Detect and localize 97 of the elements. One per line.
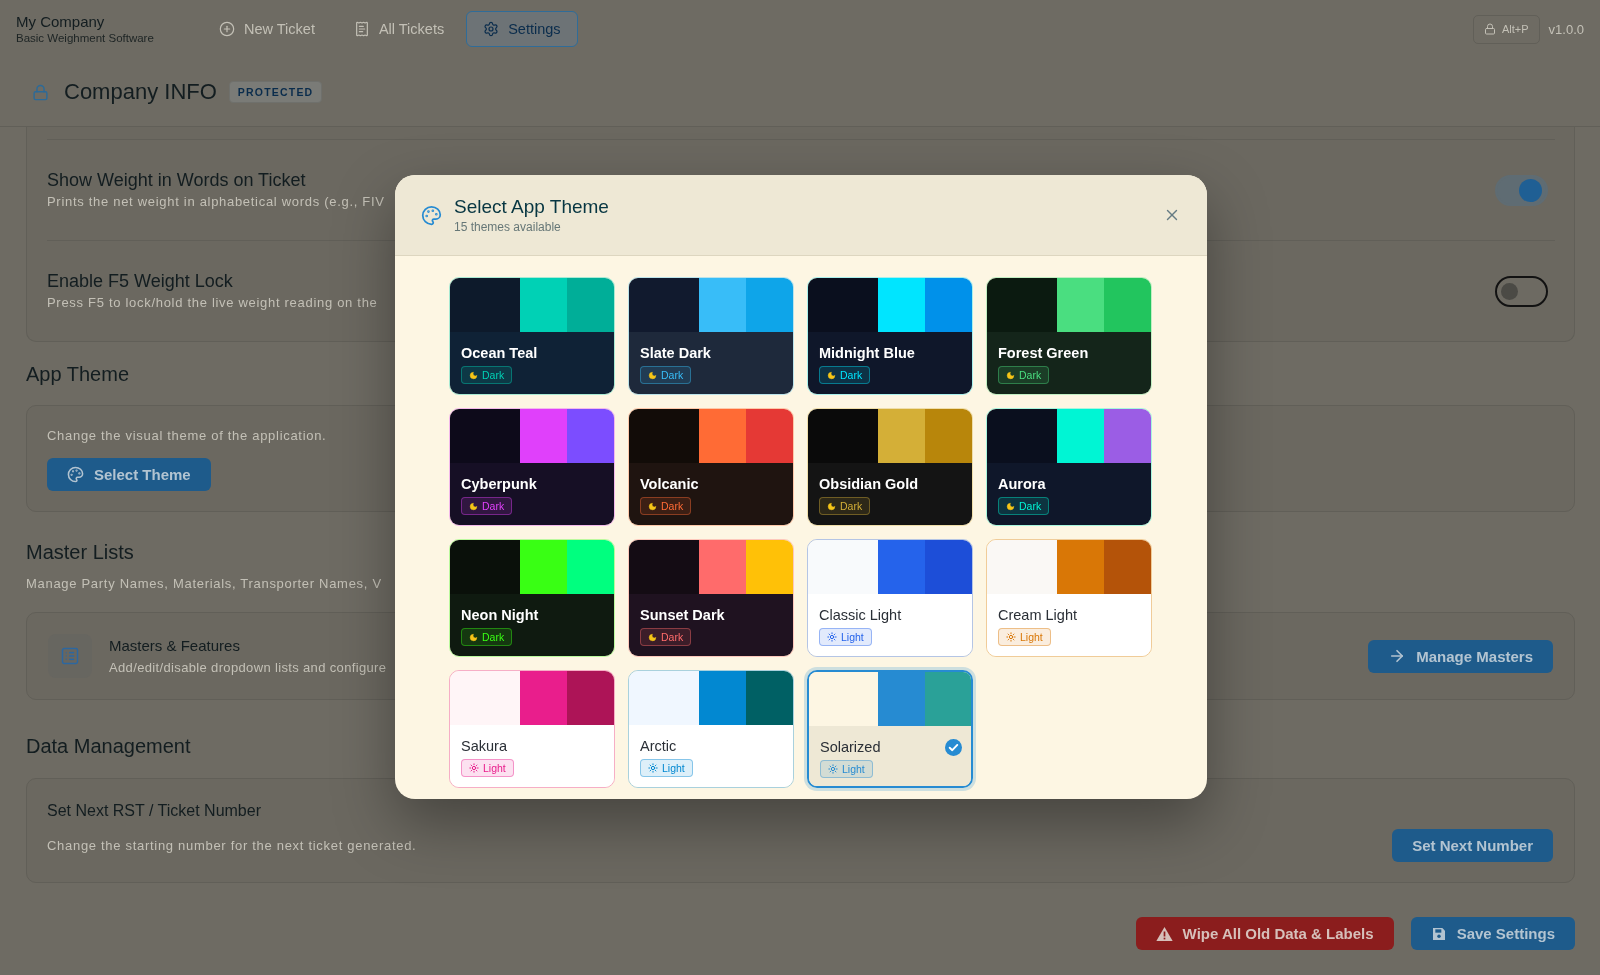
sun-icon	[828, 764, 838, 774]
moon-icon	[648, 370, 657, 380]
mode-label: Light	[842, 763, 865, 775]
item-title: Set Next RST / Ticket Number	[47, 801, 261, 821]
theme-name: Sunset Dark	[640, 606, 725, 624]
moon-icon	[1006, 370, 1015, 380]
theme-card[interactable]: Ocean Teal Dark	[449, 277, 615, 395]
theme-card[interactable]: Obsidian Gold Dark	[807, 408, 973, 526]
list-icon	[48, 634, 92, 678]
moon-icon	[827, 501, 836, 511]
select-theme-button[interactable]: Select Theme	[47, 458, 211, 491]
sun-icon	[1006, 632, 1016, 642]
theme-name: Solarized	[820, 738, 881, 756]
moon-icon	[469, 370, 478, 380]
item-description: Change the starting number for the next ticket generated.	[47, 836, 417, 855]
mode-label: Dark	[840, 500, 863, 512]
section-heading: Master Lists	[26, 540, 134, 564]
option-description: Prints the net weight in alphabetical words (e.g., FIV	[47, 193, 385, 211]
receipt-icon	[353, 21, 370, 37]
sun-icon	[648, 763, 658, 773]
mode-label: Dark	[840, 369, 863, 381]
theme-card[interactable]: Cream Light Light	[986, 539, 1152, 657]
theme-card[interactable]: Volcanic Dark	[628, 408, 794, 526]
theme-card[interactable]: Arctic Light	[628, 670, 794, 788]
version-label: v1.0.0	[1548, 21, 1584, 37]
theme-name: Ocean Teal	[461, 344, 538, 362]
wipe-data-button[interactable]: Wipe All Old Data & Labels	[1135, 917, 1394, 950]
moon-icon	[469, 501, 478, 511]
theme-card[interactable]: Sakura Light	[449, 670, 615, 788]
manage-masters-button[interactable]: Manage Masters	[1368, 639, 1553, 673]
save-settings-button[interactable]: Save Settings	[1410, 917, 1575, 950]
status-badge: PROTECTED	[228, 81, 323, 103]
theme-name: Cream Light	[998, 606, 1077, 624]
sun-icon	[827, 632, 837, 642]
mode-label: Dark	[1019, 500, 1042, 512]
option-title: Enable F5 Weight Lock	[47, 270, 233, 292]
moon-icon	[648, 632, 657, 642]
app-tagline: Basic Weighment Software	[16, 31, 154, 45]
check-icon	[945, 738, 962, 756]
lock-icon	[1483, 23, 1496, 35]
theme-name: Midnight Blue	[819, 344, 915, 362]
mode-label: Dark	[661, 500, 684, 512]
section-description: Change the visual theme of the application.	[47, 427, 327, 445]
theme-name: Volcanic	[640, 475, 699, 493]
theme-card[interactable]: Neon Night Dark	[449, 539, 615, 657]
mode-label: Light	[662, 762, 685, 774]
section-description: Manage Party Names, Materials, Transporter Names, V	[26, 575, 382, 593]
theme-card[interactable]: Midnight Blue Dark	[807, 277, 973, 395]
item-title: Masters & Features	[109, 635, 240, 656]
mode-label: Dark	[482, 369, 505, 381]
section-heading: Data Management	[26, 734, 191, 758]
theme-card[interactable]: Classic Light Light	[807, 539, 973, 657]
warning-icon	[1155, 925, 1173, 942]
mode-label: Dark	[1019, 369, 1042, 381]
dialog-title: Select App Theme	[454, 195, 609, 218]
section-heading: App Theme	[26, 362, 130, 386]
set-next-number-button[interactable]: Set Next Number	[1392, 829, 1553, 862]
mode-label: Light	[1020, 631, 1043, 643]
theme-card[interactable]: Slate Dark Dark	[628, 277, 794, 395]
moon-icon	[827, 370, 836, 380]
theme-name: Forest Green	[998, 344, 1089, 362]
theme-name: Obsidian Gold	[819, 475, 919, 493]
page-title: Company INFO	[64, 79, 217, 105]
sun-icon	[469, 763, 479, 773]
mode-label: Dark	[661, 631, 684, 643]
palette-icon	[67, 466, 84, 483]
mode-label: Dark	[482, 500, 505, 512]
theme-name: Slate Dark	[640, 344, 711, 362]
dialog-subtitle: 15 themes available	[454, 220, 561, 235]
mode-label: Dark	[482, 631, 505, 643]
moon-icon	[469, 632, 478, 642]
theme-name: Neon Night	[461, 606, 539, 624]
theme-name: Cyberpunk	[461, 475, 537, 493]
option-description: Press F5 to lock/hold the live weight reading on the	[47, 294, 378, 312]
option-title: Show Weight in Words on Ticket	[47, 169, 306, 191]
toggle-switch[interactable]	[1495, 174, 1548, 206]
mode-label: Light	[483, 762, 506, 774]
company-name: My Company	[16, 13, 105, 31]
lock-icon	[32, 83, 49, 101]
theme-card[interactable]: Sunset Dark Dark	[628, 539, 794, 657]
settings-icon	[483, 21, 500, 37]
mode-label: Dark	[661, 369, 684, 381]
moon-icon	[1006, 501, 1015, 511]
plus-circle-icon	[219, 21, 235, 37]
theme-name: Aurora	[998, 475, 1046, 493]
theme-card[interactable]: Cyberpunk Dark	[449, 408, 615, 526]
moon-icon	[648, 501, 657, 511]
item-description: Add/edit/disable dropdown lists and configure	[109, 658, 387, 677]
theme-name: Sakura	[461, 737, 507, 755]
theme-card[interactable]: Forest Green Dark	[986, 277, 1152, 395]
mode-label: Light	[841, 631, 864, 643]
theme-card[interactable]: Solarized Light	[807, 670, 973, 788]
theme-name: Arctic	[640, 737, 677, 755]
theme-name: Classic Light	[819, 606, 902, 624]
palette-icon	[421, 204, 442, 226]
theme-card[interactable]: Aurora Dark	[986, 408, 1152, 526]
toggle-switch[interactable]	[1495, 275, 1548, 307]
